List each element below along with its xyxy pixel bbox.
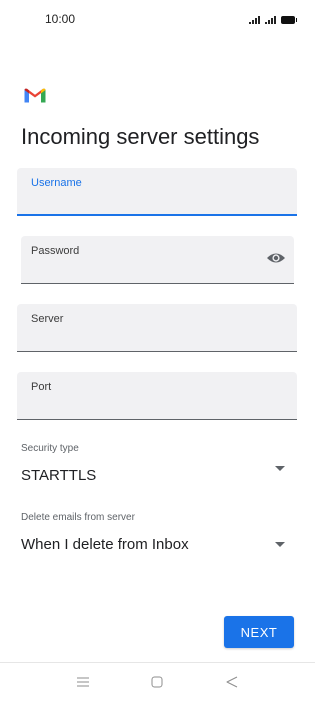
server-field[interactable]: Server [17, 304, 297, 352]
username-label: Username [31, 177, 82, 189]
username-field[interactable]: Username [17, 168, 297, 216]
next-button[interactable]: NEXT [224, 616, 294, 648]
menu-icon[interactable] [77, 676, 89, 688]
delete-emails-value: When I delete from Inbox [21, 536, 189, 553]
server-underline [17, 351, 297, 352]
chevron-down-icon [275, 542, 285, 547]
back-icon[interactable] [226, 676, 238, 688]
home-icon[interactable] [151, 676, 163, 688]
port-field[interactable]: Port [17, 372, 297, 420]
eye-icon[interactable] [266, 251, 286, 265]
port-underline [17, 419, 297, 420]
port-label: Port [31, 381, 52, 393]
delete-emails-dropdown[interactable]: Delete emails from server When I delete … [0, 505, 315, 561]
status-icons [249, 14, 297, 24]
security-type-label: Security type [21, 443, 79, 454]
signal-icon [265, 16, 276, 24]
password-label: Password [31, 245, 80, 257]
gmail-logo [24, 88, 46, 103]
security-type-value: STARTTLS [21, 467, 97, 484]
password-field[interactable]: Password [21, 236, 294, 284]
chevron-down-icon [275, 466, 285, 471]
status-time: 10:00 [45, 12, 76, 26]
battery-icon [281, 16, 297, 24]
security-type-dropdown[interactable]: Security type STARTTLS [0, 436, 315, 492]
signal-icon [249, 16, 260, 24]
password-underline [21, 283, 294, 284]
screen: 10:00 Incoming server settings Username … [0, 0, 315, 702]
page-title: Incoming server settings [21, 124, 260, 149]
delete-emails-label: Delete emails from server [21, 512, 135, 523]
username-underline [17, 214, 297, 216]
server-label: Server [31, 313, 64, 325]
nav-divider [0, 662, 315, 663]
